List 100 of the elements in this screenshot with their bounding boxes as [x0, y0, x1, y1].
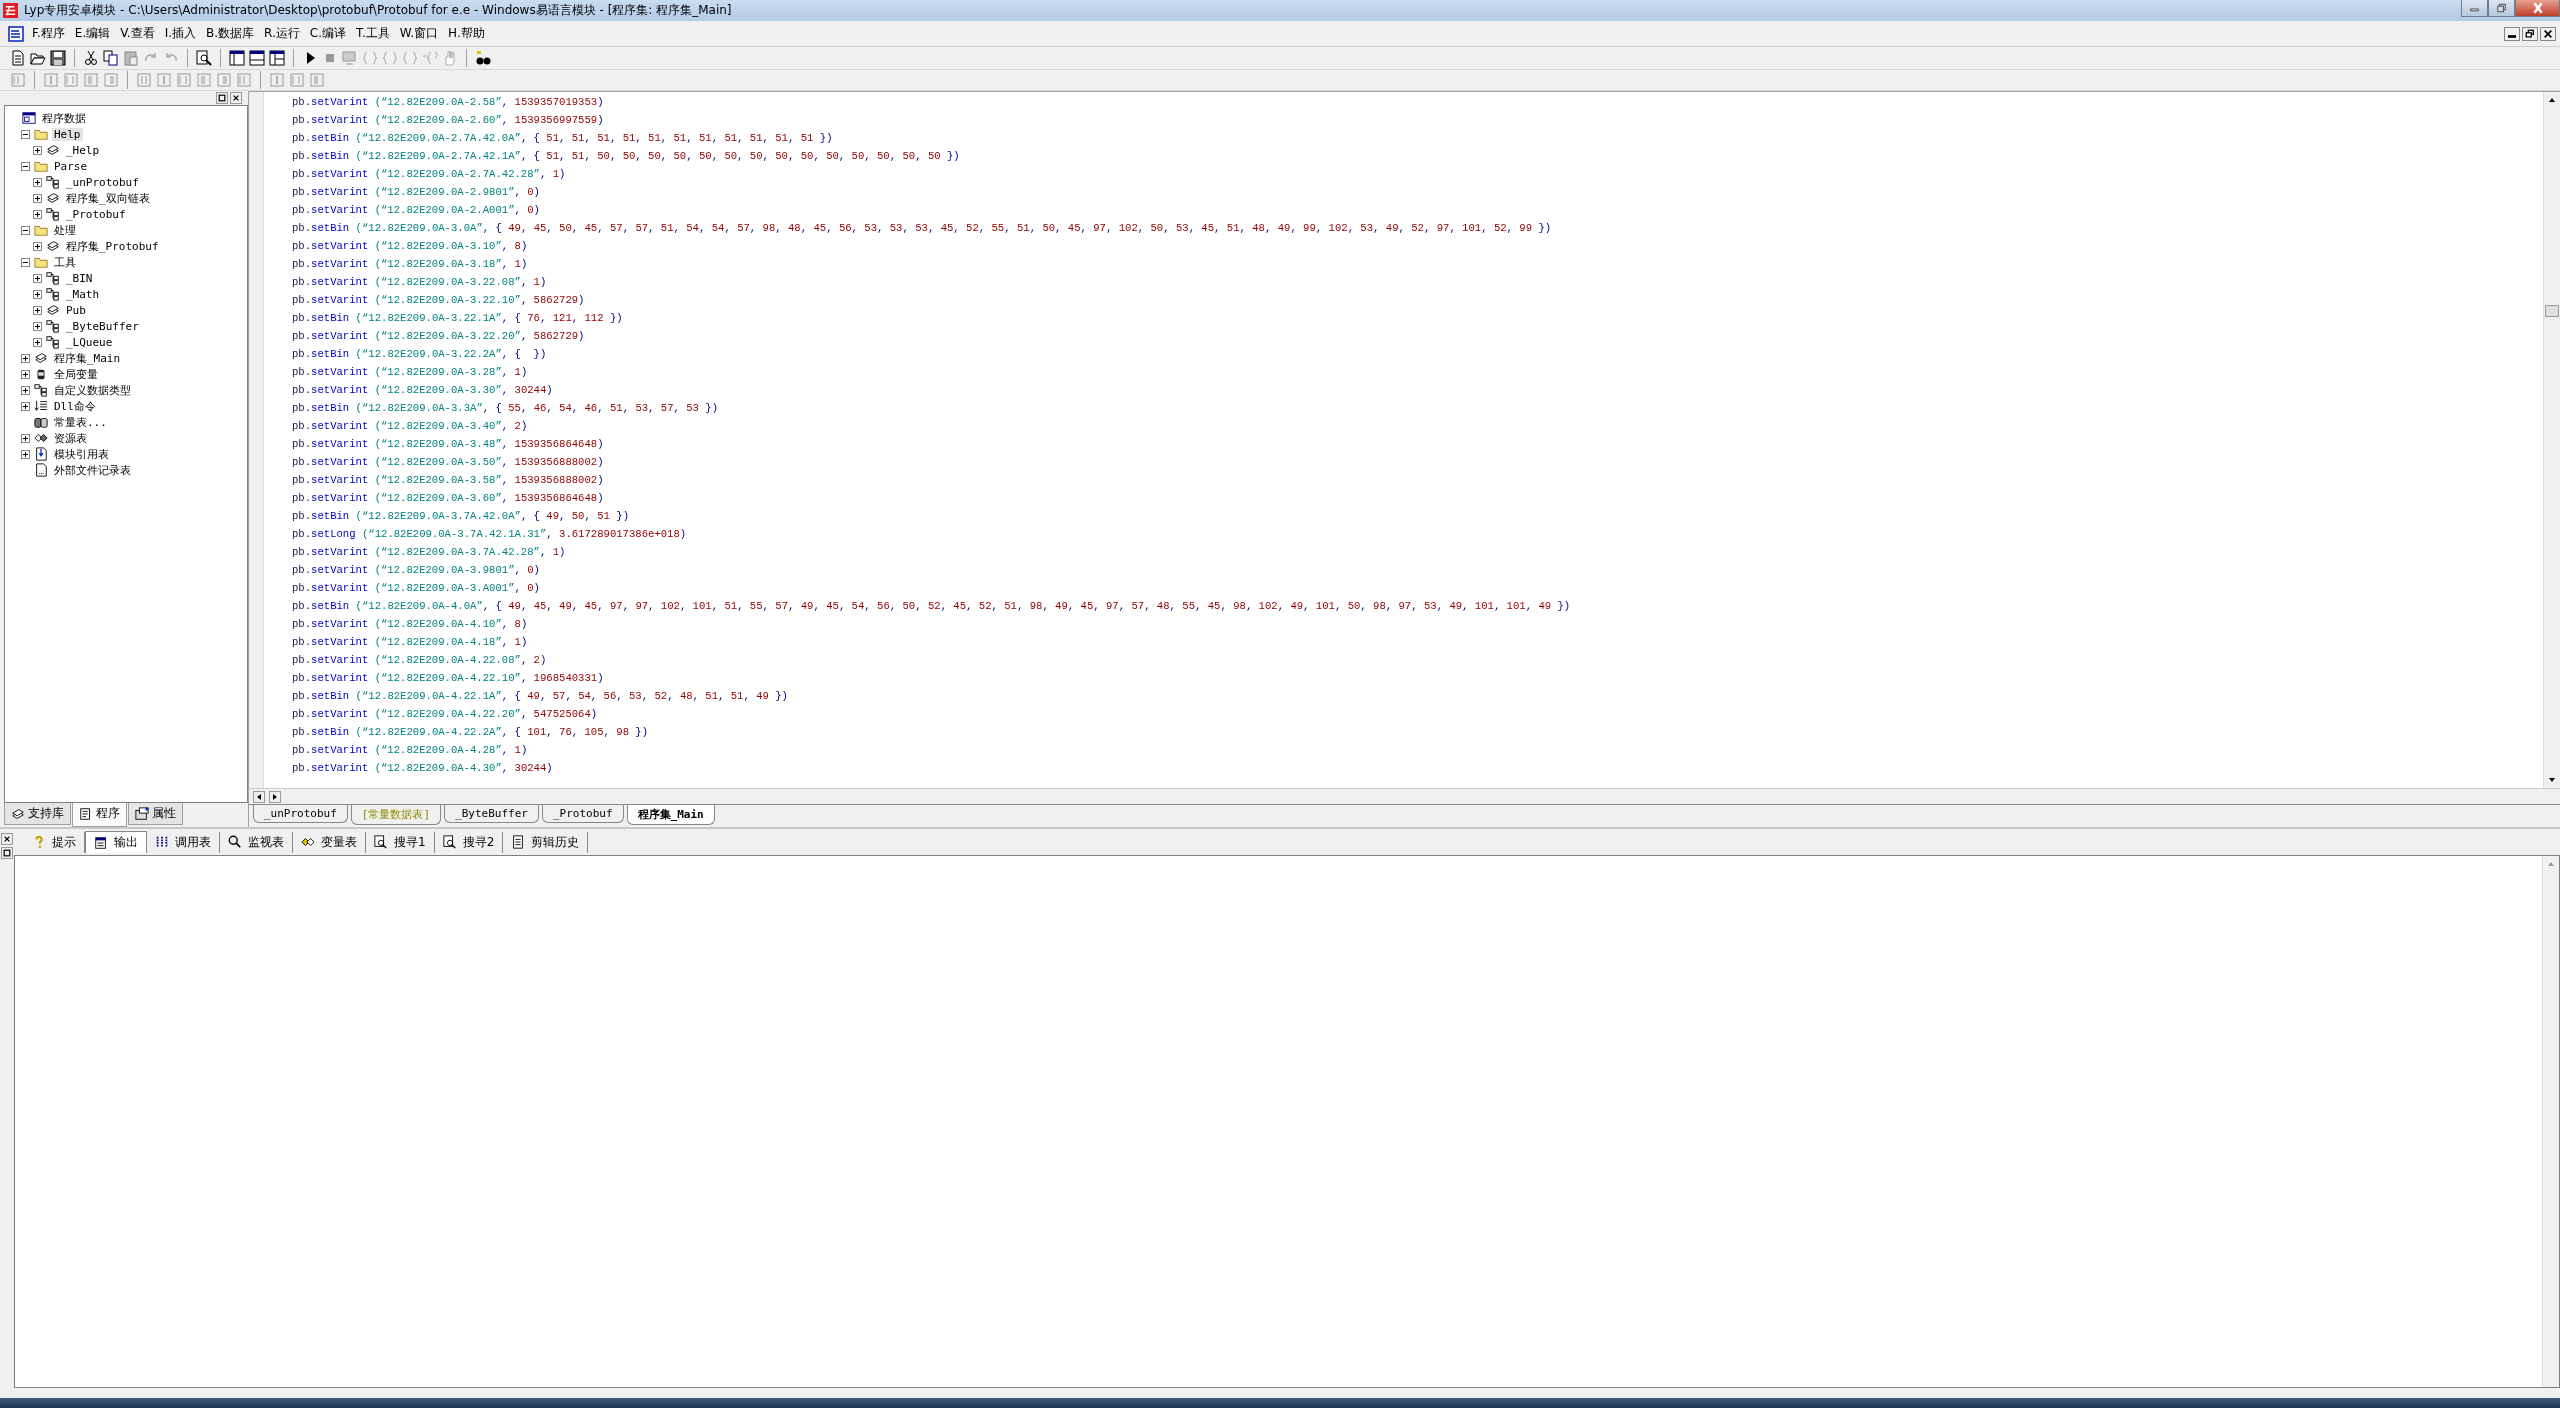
tree-item[interactable]: _BIN: [64, 271, 95, 285]
scroll-thumb[interactable]: [2545, 305, 2559, 317]
document-tab[interactable]: _Protobuf: [541, 805, 624, 823]
tree-item[interactable]: _Math: [64, 287, 102, 301]
panel-tab[interactable]: 变量表: [293, 831, 366, 853]
menu-item[interactable]: B.数据库: [204, 25, 263, 42]
expand-icon[interactable]: [21, 353, 30, 363]
expand-icon[interactable]: [33, 289, 42, 299]
menu-item[interactable]: W.窗口: [397, 25, 447, 42]
stack-icon: [34, 351, 48, 365]
panel-tab[interactable]: 搜寻1: [366, 831, 435, 853]
collapse-icon[interactable]: [21, 257, 30, 267]
tree-item[interactable]: Help: [52, 127, 83, 141]
tree-item[interactable]: 自定义数据类型: [52, 382, 133, 398]
menu-item[interactable]: V.查看: [118, 25, 163, 42]
tree-item[interactable]: 模块引用表: [52, 446, 111, 462]
expand-icon[interactable]: [33, 273, 42, 283]
tree-item[interactable]: Parse: [52, 159, 90, 173]
tree-item[interactable]: 处理: [52, 222, 78, 238]
scrollbar[interactable]: [249, 788, 2560, 804]
panel-tab[interactable]: 搜寻2: [434, 831, 504, 853]
expand-icon[interactable]: [33, 177, 42, 187]
menu-item[interactable]: I.插入: [162, 25, 205, 42]
code-line: pb.setVarint (“12.82E209.0A-3.30”, 30244): [292, 383, 554, 398]
layout-icon[interactable]: [229, 50, 245, 66]
scrollbar[interactable]: [2542, 856, 2559, 1387]
minimize-button[interactable]: [2504, 26, 2520, 41]
expand-icon[interactable]: [21, 433, 30, 443]
expand-icon[interactable]: [33, 305, 42, 315]
close-button[interactable]: [2540, 26, 2556, 41]
document-tab[interactable]: _ByteBuffer: [444, 805, 539, 823]
code-line: pb.setVarint (“12.82E209.0A-2.58”, 1539357019353): [292, 95, 605, 110]
tree-item[interactable]: _Help: [64, 143, 102, 157]
copy-icon[interactable]: [103, 50, 119, 66]
open-folder-icon[interactable]: [30, 50, 46, 66]
tree-item[interactable]: _Protobuf: [64, 207, 128, 221]
code-line: pb.setVarint (“12.82E209.0A-3.50”, 1539356888002): [292, 455, 605, 470]
maximize-button[interactable]: [216, 92, 228, 104]
scissors-icon[interactable]: [83, 50, 99, 66]
menu-item[interactable]: C.编译: [307, 25, 355, 42]
collapse-icon[interactable]: [21, 129, 30, 139]
tree-item[interactable]: _ByteBuffer: [64, 319, 141, 333]
panel-tab[interactable]: 监视表: [220, 831, 293, 853]
tree-item[interactable]: 程序数据: [40, 110, 88, 126]
tree-item[interactable]: 程序集_Protobuf: [64, 238, 161, 254]
app-icon: [8, 25, 24, 42]
restore-button[interactable]: [2522, 26, 2538, 41]
expand-icon[interactable]: [21, 401, 30, 411]
document-tab[interactable]: 程序集_Main: [626, 805, 715, 825]
tree-item[interactable]: 全局变量: [52, 366, 100, 382]
code-line: pb.setBin (“12.82E209.0A-4.22.1A”, { 49, 57, 54, 56, 53, 52, 48, 51, 51, 49 }): [292, 689, 789, 704]
tree-item[interactable]: 资源表: [52, 430, 89, 446]
tab-label: 程序: [96, 805, 120, 822]
scroll-right-icon[interactable]: [269, 790, 281, 803]
expand-icon[interactable]: [21, 385, 30, 395]
menu-item[interactable]: R.运行: [262, 25, 308, 42]
document-tab[interactable]: _unProtobuf: [253, 805, 348, 823]
tree-item[interactable]: _unProtobuf: [64, 175, 141, 189]
code-line: pb.setVarint (“12.82E209.0A-4.30”, 30244): [292, 761, 554, 776]
page-search-icon: [374, 835, 388, 849]
expand-icon[interactable]: [33, 337, 42, 347]
binoculars-icon[interactable]: [475, 50, 491, 66]
expand-icon[interactable]: [33, 321, 42, 331]
tree-item[interactable]: 工具: [52, 254, 78, 270]
tree-item[interactable]: 外部文件记录表: [52, 462, 133, 478]
tree-item[interactable]: 程序集_双向链表: [64, 190, 152, 206]
panel-tab[interactable]: 属性: [128, 803, 183, 825]
menu-item[interactable]: F.程序: [30, 25, 73, 42]
save-icon[interactable]: [50, 50, 66, 66]
tree-item[interactable]: Pub: [64, 303, 88, 317]
close-button[interactable]: [1, 833, 13, 845]
close-button[interactable]: [230, 92, 242, 104]
expand-icon[interactable]: [21, 449, 30, 459]
menu-item[interactable]: E.编辑: [72, 25, 119, 42]
expand-icon[interactable]: [33, 193, 42, 203]
expand-icon[interactable]: [21, 369, 30, 379]
scrollbar[interactable]: [2543, 92, 2560, 788]
new-file-icon[interactable]: [10, 50, 26, 66]
tree-item[interactable]: Dll命令: [52, 398, 98, 414]
tree-item[interactable]: 程序集_Main: [52, 350, 123, 366]
panel-tab[interactable]: 输出: [85, 831, 147, 853]
expand-icon[interactable]: [33, 241, 42, 251]
tree-item[interactable]: _LQueue: [64, 335, 115, 349]
panel-tab[interactable]: 调用表: [147, 831, 220, 853]
page-search-icon[interactable]: [196, 50, 212, 66]
layout-icon[interactable]: [249, 50, 265, 66]
collapse-icon[interactable]: [21, 225, 30, 235]
expand-icon[interactable]: [33, 145, 42, 155]
expand-icon[interactable]: [33, 209, 42, 219]
panel-tab[interactable]: 程序: [72, 803, 127, 827]
collapse-icon[interactable]: [21, 161, 30, 171]
layout-icon[interactable]: [269, 50, 285, 66]
scroll-left-icon[interactable]: [253, 790, 265, 803]
panel-tab[interactable]: 剪辑历史: [503, 831, 589, 853]
menu-item[interactable]: T.工具: [354, 25, 398, 42]
panel-tab[interactable]: 支持库: [4, 803, 71, 825]
maximize-button[interactable]: [1, 847, 13, 859]
menu-item[interactable]: H.帮助: [446, 25, 493, 42]
tree-item[interactable]: 常量表...: [52, 414, 109, 430]
tab-label: 提示: [52, 833, 76, 851]
